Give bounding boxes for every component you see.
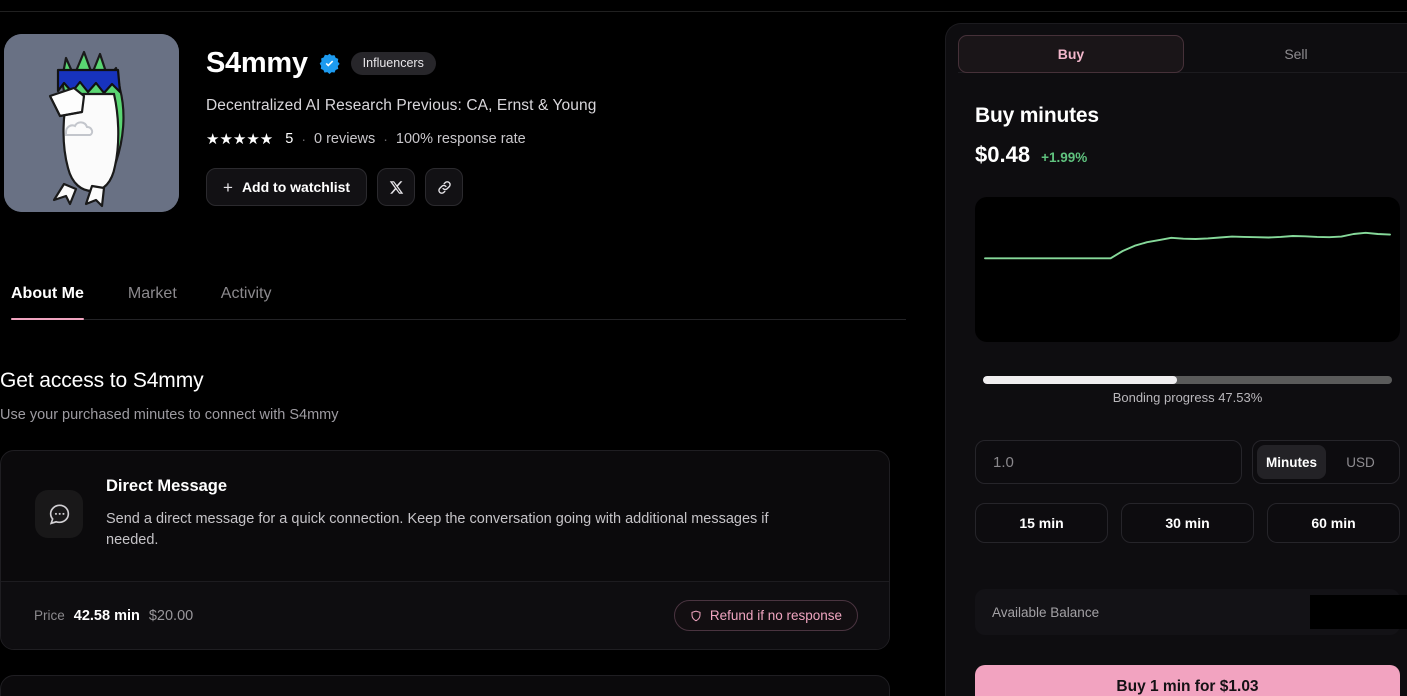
- available-balance-row: Available Balance: [975, 589, 1407, 635]
- copy-link-button[interactable]: [425, 168, 464, 206]
- dm-description: Send a direct message for a quick connec…: [106, 511, 769, 548]
- price-chart-svg: [984, 231, 1391, 260]
- add-to-watchlist-button[interactable]: + Add to watchlist: [206, 168, 368, 206]
- tab-buy[interactable]: Buy: [958, 35, 1184, 73]
- avatar: [4, 34, 179, 212]
- unit-toggle: Minutes USD: [1252, 440, 1400, 484]
- price-change: +1.99%: [1041, 150, 1088, 165]
- quick-30-min-button[interactable]: 30 min: [1121, 503, 1254, 543]
- price-label: Price: [34, 607, 65, 623]
- profile-column: S4mmy Influencers Decentralized AI Resea…: [0, 12, 945, 696]
- unit-usd-button[interactable]: USD: [1326, 445, 1395, 479]
- x-twitter-icon: [389, 180, 403, 194]
- profile-actions: + Add to watchlist: [206, 168, 596, 206]
- profile-tagline: Decentralized AI Research Previous: CA, …: [206, 97, 597, 114]
- tab-market[interactable]: Market: [128, 286, 177, 319]
- price-chart: [975, 197, 1400, 342]
- amount-input[interactable]: [975, 440, 1242, 484]
- section-title: Get access to S4mmy: [0, 369, 204, 392]
- response-rate: 100% response rate: [395, 131, 526, 147]
- profile-tabs: About Me Market Activity: [11, 265, 906, 320]
- current-price-row: $0.48 +1.99%: [975, 142, 1087, 168]
- bonding-progress-bar: [983, 376, 1392, 384]
- price-minutes: 42.58 min: [73, 607, 140, 624]
- review-count: 0 reviews: [314, 131, 376, 147]
- meta-separator: ·: [301, 131, 306, 147]
- quick-amount-row: 15 min 30 min 60 min: [975, 503, 1400, 543]
- next-offering-card[interactable]: [0, 675, 890, 696]
- star-rating-icon: ★★★★★: [206, 130, 274, 148]
- profile-meta: ★★★★★ 5 · 0 reviews · 100% response rate: [206, 131, 596, 147]
- trade-panel: Buy Sell Buy minutes $0.48 +1.99% Bondin…: [945, 23, 1407, 696]
- category-pill: Influencers: [350, 52, 436, 75]
- tab-about-me[interactable]: About Me: [11, 286, 84, 320]
- bonding-progress-fill: [983, 376, 1178, 384]
- chat-bubble-dots-icon: [35, 490, 83, 538]
- link-chain-icon: [437, 180, 451, 194]
- refund-label: Refund if no response: [709, 608, 842, 623]
- tab-sell[interactable]: Sell: [1184, 35, 1407, 73]
- meta-separator-2: ·: [383, 131, 388, 147]
- current-price: $0.48: [975, 142, 1031, 167]
- rating-value: 5: [285, 131, 294, 147]
- x-twitter-button[interactable]: [377, 168, 416, 206]
- section-subtitle: Use your purchased minutes to connect wi…: [0, 407, 339, 423]
- quick-60-min-button[interactable]: 60 min: [1267, 503, 1400, 543]
- direct-message-card[interactable]: Direct Message Send a direct message for…: [0, 450, 890, 650]
- buy-sell-segmented-control: Buy Sell: [958, 35, 1407, 73]
- verified-badge-icon: [319, 53, 340, 74]
- profile-header: S4mmy Influencers Decentralized AI Resea…: [4, 34, 596, 212]
- add-to-watchlist-label: Add to watchlist: [241, 179, 351, 195]
- price-group: Price 42.58 min $20.00: [34, 608, 193, 624]
- refund-badge[interactable]: Refund if no response: [673, 600, 858, 631]
- dm-card-body: Direct Message Send a direct message for…: [1, 451, 889, 550]
- tab-activity[interactable]: Activity: [221, 286, 272, 319]
- price-usd: $20.00: [148, 607, 194, 624]
- unit-minutes-button[interactable]: Minutes: [1257, 445, 1326, 479]
- amount-row: Minutes USD: [975, 440, 1400, 484]
- available-balance-label: Available Balance: [992, 604, 1100, 620]
- plus-icon: +: [223, 177, 233, 197]
- buy-cta-button[interactable]: Buy 1 min for $1.03: [975, 665, 1400, 696]
- dm-title: Direct Message: [106, 477, 228, 495]
- shield-icon: [691, 610, 701, 621]
- name-row: S4mmy Influencers: [206, 47, 596, 80]
- page-title: S4mmy: [206, 47, 308, 79]
- balance-redacted-box: [1310, 595, 1407, 629]
- bonding-progress-label: Bonding progress 47.53%: [1112, 390, 1263, 405]
- buy-minutes-heading: Buy minutes: [975, 104, 1099, 127]
- quick-15-min-button[interactable]: 15 min: [975, 503, 1108, 543]
- dm-price-footer: Price 42.58 min $20.00 Refund if no resp…: [1, 581, 889, 649]
